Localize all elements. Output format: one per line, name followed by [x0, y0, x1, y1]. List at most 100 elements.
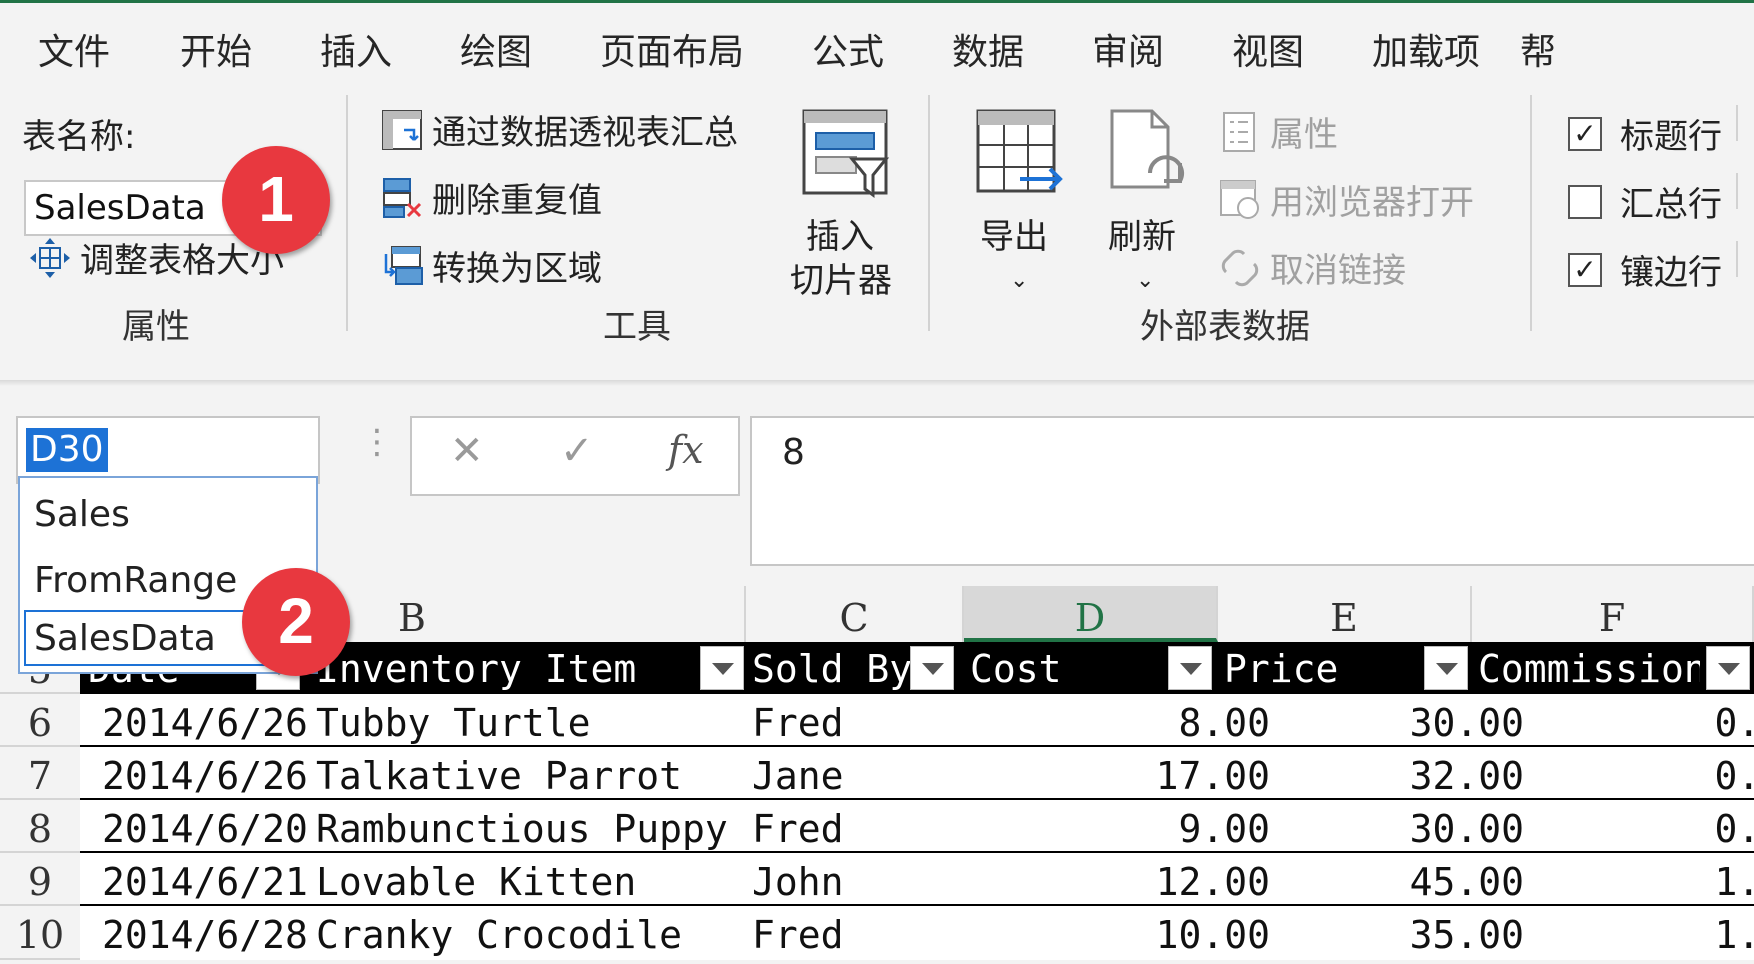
row-header[interactable]: 7: [0, 747, 80, 800]
tab-draw[interactable]: 绘图: [460, 23, 532, 75]
dropdown-item-fromrange[interactable]: FromRange: [34, 560, 237, 601]
slicer-label-line2: 切片器: [790, 261, 892, 301]
cell-item[interactable]: Rambunctious Puppy: [316, 800, 728, 851]
formula-controls: ✕ ✓ fx: [410, 416, 740, 496]
cell-sold-by[interactable]: John: [752, 853, 844, 904]
cell-item[interactable]: Cranky Crocodile: [316, 906, 682, 957]
tab-insert[interactable]: 插入: [320, 23, 392, 75]
cell-sold-by[interactable]: Fred: [752, 906, 844, 957]
unlink-icon: [1221, 249, 1259, 286]
pivot-summarize-button[interactable]: 通过数据透视表汇总: [380, 105, 738, 154]
export-label: 导出: [980, 217, 1048, 257]
header-commission: Commission: [1478, 647, 1700, 691]
header-row-label: 标题行: [1620, 117, 1722, 157]
header-row-checkbox[interactable]: ✓: [1568, 117, 1602, 151]
column-header-f[interactable]: F: [1472, 586, 1754, 642]
group-separator: [1736, 241, 1738, 277]
total-row-label: 汇总行: [1620, 185, 1722, 225]
filter-dropdown-icon[interactable]: [910, 646, 954, 690]
export-icon: [976, 109, 1063, 193]
row-header[interactable]: 8: [0, 800, 80, 853]
dropdown-item-sales[interactable]: Sales: [34, 494, 130, 535]
table-name-label: 表名称:: [22, 117, 136, 157]
drag-handle-icon[interactable]: ⋮: [360, 422, 394, 462]
cancel-icon[interactable]: ✕: [450, 428, 484, 474]
cell-commission[interactable]: 1.05: [1472, 906, 1754, 957]
refresh-chevron-down-icon: ⌄: [1136, 268, 1155, 293]
properties-icon: [1223, 111, 1255, 152]
column-header-c[interactable]: C: [746, 586, 964, 642]
header-price: Price: [1224, 647, 1339, 691]
formula-input[interactable]: 8: [750, 416, 1754, 566]
table-row: 2014/6/21 Lovable Kitten John 12.00 45.0…: [80, 853, 1754, 906]
header-inventory-item: Inventory Item: [316, 647, 637, 691]
open-in-browser-label: 用浏览器打开: [1270, 183, 1474, 223]
pivot-table-icon: [382, 109, 422, 150]
cell-item[interactable]: Lovable Kitten: [316, 853, 636, 904]
filter-dropdown-icon[interactable]: [700, 646, 744, 690]
group-separator: [1736, 173, 1738, 209]
cell-commission[interactable]: 1.35: [1472, 853, 1754, 904]
cell-date[interactable]: 2014/6/21: [102, 853, 308, 904]
cell-sold-by[interactable]: Fred: [752, 800, 844, 851]
column-header-d[interactable]: D: [964, 586, 1218, 642]
cell-commission[interactable]: 0.90: [1472, 800, 1754, 851]
open-in-browser-button[interactable]: 用浏览器打开: [1218, 175, 1474, 224]
browser-icon: [1220, 179, 1259, 219]
table-row: 2014/6/20 Rambunctious Puppy Fred 9.00 3…: [80, 800, 1754, 853]
group-separator: [928, 95, 930, 331]
tab-addins[interactable]: 加载项: [1372, 23, 1480, 75]
refresh-icon: [1110, 109, 1184, 189]
row-header[interactable]: 6: [0, 694, 80, 747]
refresh-label: 刷新: [1108, 217, 1176, 257]
table-row: 2014/6/28 Cranky Crocodile Fred 10.00 35…: [80, 906, 1754, 960]
unlink-button[interactable]: 取消链接: [1218, 243, 1406, 292]
tab-review[interactable]: 审阅: [1092, 23, 1164, 75]
cell-date[interactable]: 2014/6/26: [102, 747, 308, 798]
row-header[interactable]: 10: [0, 906, 80, 960]
cell-sold-by[interactable]: Fred: [752, 694, 844, 745]
name-box-value: D30: [26, 428, 108, 472]
cell-date[interactable]: 2014/6/26: [102, 694, 308, 745]
tab-file[interactable]: 文件: [38, 23, 110, 75]
cell-commission[interactable]: 0.96: [1472, 747, 1754, 798]
dropdown-item-salesdata[interactable]: SalesData: [34, 618, 216, 659]
cell-date[interactable]: 2014/6/28: [102, 906, 308, 957]
tab-formulas[interactable]: 公式: [812, 23, 884, 75]
tab-data[interactable]: 数据: [952, 23, 1024, 75]
table-row: 2014/6/26 Talkative Parrot Jane 17.00 32…: [80, 747, 1754, 800]
cell-item[interactable]: Tubby Turtle: [316, 694, 591, 745]
cell-item[interactable]: Talkative Parrot: [316, 747, 682, 798]
cell-sold-by[interactable]: Jane: [752, 747, 844, 798]
convert-to-range-button[interactable]: 转换为区域: [380, 241, 602, 290]
group-separator: [1530, 95, 1532, 331]
column-header-e[interactable]: E: [1218, 586, 1472, 642]
insert-function-button[interactable]: fx: [668, 428, 704, 472]
group-separator: [1736, 105, 1738, 141]
filter-dropdown-icon[interactable]: [1706, 646, 1750, 690]
filter-dropdown-icon[interactable]: [1424, 646, 1468, 690]
tab-help[interactable]: 帮: [1520, 23, 1556, 75]
group-label-tools: 工具: [603, 307, 671, 347]
header-cost: Cost: [970, 647, 1062, 691]
external-properties-label: 属性: [1270, 115, 1338, 155]
unlink-label: 取消链接: [1270, 251, 1406, 291]
filter-dropdown-icon[interactable]: [1168, 646, 1212, 690]
remove-duplicates-button[interactable]: 删除重复值: [380, 173, 602, 222]
group-label-properties: 属性: [122, 307, 190, 347]
total-row-checkbox[interactable]: [1568, 185, 1602, 219]
tab-home[interactable]: 开始: [180, 23, 252, 75]
group-separator: [346, 95, 348, 331]
enter-icon[interactable]: ✓: [560, 428, 594, 474]
external-properties-button[interactable]: 属性: [1218, 107, 1338, 156]
slicer-icon: [802, 109, 890, 198]
tab-view[interactable]: 视图: [1232, 23, 1304, 75]
cell-commission[interactable]: 0.90: [1472, 694, 1754, 745]
banded-rows-checkbox[interactable]: ✓: [1568, 253, 1602, 287]
tab-page-layout[interactable]: 页面布局: [600, 23, 744, 75]
slicer-label-line1: 插入: [806, 217, 874, 257]
group-label-external: 外部表数据: [1140, 307, 1310, 347]
cell-date[interactable]: 2014/6/20: [102, 800, 308, 851]
name-box[interactable]: D30: [16, 416, 320, 484]
row-header[interactable]: 9: [0, 853, 80, 906]
